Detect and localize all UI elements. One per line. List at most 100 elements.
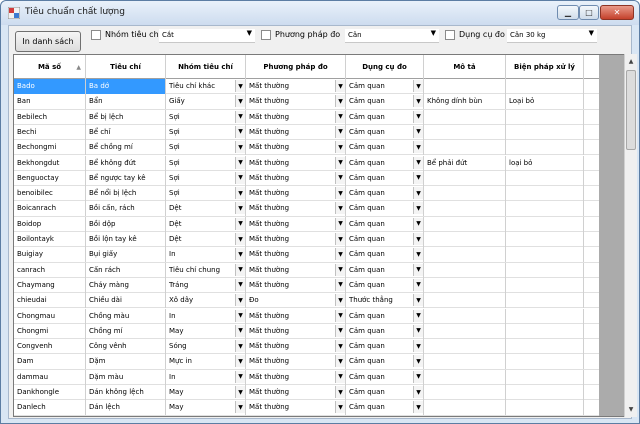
chevron-down-icon[interactable]: ▼ bbox=[335, 217, 345, 230]
cell-phuong-phap-do[interactable]: Mất thường ▼ bbox=[246, 155, 346, 171]
cell-mo-ta[interactable] bbox=[424, 247, 506, 263]
chevron-down-icon[interactable]: ▼ bbox=[235, 80, 245, 92]
cell-mo-ta[interactable] bbox=[424, 354, 506, 370]
table-row[interactable]: Bekhongdut Bể không đứt Sợi ▼ Mất thường ▼ Cảm… bbox=[14, 155, 599, 171]
table-row[interactable]: Dankhongle Dán không lệch May ▼ Mất thường ▼ C… bbox=[14, 385, 599, 401]
cell-phuong-phap-do[interactable]: Mất thường ▼ bbox=[246, 354, 346, 370]
cell-mo-ta[interactable] bbox=[424, 232, 506, 247]
cell-bien-phap[interactable] bbox=[506, 232, 584, 247]
cell-phuong-phap-do[interactable]: Mất thường ▼ bbox=[246, 385, 346, 400]
chevron-down-icon[interactable]: ▼ bbox=[335, 95, 345, 108]
cell-mo-ta[interactable]: Bể phải đứt bbox=[424, 155, 506, 171]
chevron-down-icon[interactable]: ▼ bbox=[413, 278, 423, 291]
chevron-down-icon[interactable]: ▼ bbox=[413, 110, 423, 123]
cell-tieu-chi[interactable]: Chiều dài bbox=[86, 293, 166, 309]
cell-tieu-chi[interactable]: Bể ngược tay kê bbox=[86, 170, 166, 186]
method-filter-combo[interactable]: Cân ▼ bbox=[345, 29, 439, 43]
chevron-down-icon[interactable]: ▼ bbox=[335, 278, 345, 291]
chevron-down-icon[interactable]: ▼ bbox=[335, 233, 345, 245]
cell-phuong-phap-do[interactable]: Mất thường ▼ bbox=[246, 216, 346, 232]
cell-phuong-phap-do[interactable]: Mất thường ▼ bbox=[246, 369, 346, 385]
method-filter-checkbox[interactable] bbox=[261, 30, 271, 40]
cell-nhom-tieu-chi[interactable]: Sợi ▼ bbox=[166, 109, 246, 125]
cell-bien-phap[interactable] bbox=[506, 247, 584, 263]
cell-dung-cu-do[interactable]: Cảm quan ▼ bbox=[346, 323, 424, 339]
chevron-down-icon[interactable]: ▼ bbox=[235, 340, 245, 353]
cell-tieu-chi[interactable]: Chồng màu bbox=[86, 308, 166, 324]
chevron-down-icon[interactable]: ▼ bbox=[235, 309, 245, 322]
minimize-button[interactable]: ▁ bbox=[557, 5, 579, 20]
cell-tieu-chi[interactable]: Bồi lộn tay kê bbox=[86, 232, 166, 247]
chevron-down-icon[interactable]: ▼ bbox=[413, 233, 423, 245]
cell-bien-phap[interactable] bbox=[506, 109, 584, 125]
cell-phuong-phap-do[interactable]: Mất thường ▼ bbox=[246, 277, 346, 293]
cell-bien-phap[interactable] bbox=[506, 201, 584, 217]
cell-nhom-tieu-chi[interactable]: Tiêu chí chung ▼ bbox=[166, 262, 246, 278]
cell-dung-cu-do[interactable]: Cảm quan ▼ bbox=[346, 308, 424, 324]
cell-dung-cu-do[interactable]: Cảm quan ▼ bbox=[346, 124, 424, 140]
cell-mo-ta[interactable] bbox=[424, 216, 506, 232]
cell-dung-cu-do[interactable]: Cảm quan ▼ bbox=[346, 140, 424, 156]
column-header-phuong-phap-do[interactable]: Phương pháp đo bbox=[246, 55, 346, 79]
cell-mo-ta[interactable] bbox=[424, 140, 506, 156]
chevron-down-icon[interactable]: ▼ bbox=[335, 355, 345, 368]
chevron-down-icon[interactable]: ▼ bbox=[413, 401, 423, 414]
cell-dung-cu-do[interactable]: Cảm quan ▼ bbox=[346, 216, 424, 232]
vertical-scrollbar[interactable]: ▲ ▼ bbox=[624, 54, 637, 417]
cell-ma-so[interactable]: Congvenh bbox=[14, 339, 86, 355]
cell-tieu-chi[interactable]: Chồng mí bbox=[86, 323, 166, 339]
cell-ma-so[interactable]: Bado bbox=[14, 79, 86, 94]
cell-dung-cu-do[interactable]: Cảm quan ▼ bbox=[346, 109, 424, 125]
cell-tieu-chi[interactable]: Bồi dộp bbox=[86, 216, 166, 232]
print-list-button[interactable]: In danh sách bbox=[15, 31, 81, 52]
cell-ma-so[interactable]: Buigiay bbox=[14, 247, 86, 263]
chevron-down-icon[interactable]: ▼ bbox=[413, 309, 423, 322]
scroll-thumb[interactable] bbox=[626, 70, 636, 150]
chevron-down-icon[interactable]: ▼ bbox=[413, 355, 423, 368]
cell-tieu-chi[interactable]: Cháy màng bbox=[86, 277, 166, 293]
tool-filter-checkbox[interactable] bbox=[445, 30, 455, 40]
cell-mo-ta[interactable]: Không dính bùn bbox=[424, 94, 506, 110]
cell-nhom-tieu-chi[interactable]: Dệt ▼ bbox=[166, 216, 246, 232]
cell-dung-cu-do[interactable]: Cảm quan ▼ bbox=[346, 369, 424, 385]
column-header-ma-so[interactable]: Mã số ▲ bbox=[14, 55, 86, 79]
close-button[interactable]: ✕ bbox=[600, 5, 634, 20]
chevron-down-icon[interactable]: ▼ bbox=[413, 386, 423, 398]
cell-ma-so[interactable]: chieudai bbox=[14, 293, 86, 309]
cell-phuong-phap-do[interactable]: Mất thường ▼ bbox=[246, 262, 346, 278]
cell-ma-so[interactable]: Bekhongdut bbox=[14, 155, 86, 171]
cell-bien-phap[interactable] bbox=[506, 140, 584, 156]
cell-tieu-chi[interactable]: Dặm bbox=[86, 354, 166, 370]
cell-bien-phap[interactable] bbox=[506, 354, 584, 370]
cell-tieu-chi[interactable]: Công vênh bbox=[86, 339, 166, 355]
cell-tieu-chi[interactable]: Cấn rách bbox=[86, 262, 166, 278]
cell-phuong-phap-do[interactable]: Mất thường ▼ bbox=[246, 232, 346, 247]
cell-phuong-phap-do[interactable]: Mất thường ▼ bbox=[246, 247, 346, 263]
cell-bien-phap[interactable]: loại bỏ bbox=[506, 155, 584, 171]
cell-nhom-tieu-chi[interactable]: May ▼ bbox=[166, 323, 246, 339]
cell-mo-ta[interactable] bbox=[424, 277, 506, 293]
column-header-dung-cu-do[interactable]: Dụng cụ đo bbox=[346, 55, 424, 79]
cell-nhom-tieu-chi[interactable]: Sóng ▼ bbox=[166, 339, 246, 355]
chevron-down-icon[interactable]: ▼ bbox=[335, 324, 345, 337]
cell-mo-ta[interactable] bbox=[424, 186, 506, 202]
chevron-down-icon[interactable]: ▼ bbox=[413, 370, 423, 383]
cell-bien-phap[interactable] bbox=[506, 277, 584, 293]
cell-bien-phap[interactable] bbox=[506, 262, 584, 278]
cell-bien-phap[interactable] bbox=[506, 339, 584, 355]
cell-ma-so[interactable]: Bechi bbox=[14, 124, 86, 140]
table-row[interactable]: Chongmi Chồng mí May ▼ Mất thường ▼ Cảm quan ▼ bbox=[14, 323, 599, 340]
cell-nhom-tieu-chi[interactable]: May ▼ bbox=[166, 385, 246, 400]
cell-tieu-chi[interactable]: Bể chỉ bbox=[86, 124, 166, 140]
cell-dung-cu-do[interactable]: Thước thẳng ▼ bbox=[346, 293, 424, 309]
table-row[interactable]: Chaymang Cháy màng Tráng ▼ Mất thường ▼ Cảm qu… bbox=[14, 277, 599, 294]
chevron-down-icon[interactable]: ▼ bbox=[413, 171, 423, 184]
cell-bien-phap[interactable] bbox=[506, 216, 584, 232]
chevron-down-icon[interactable]: ▼ bbox=[235, 278, 245, 291]
cell-mo-ta[interactable] bbox=[424, 124, 506, 140]
cell-tieu-chi[interactable]: Dán lệch bbox=[86, 400, 166, 416]
cell-ma-so[interactable]: Boicanrach bbox=[14, 201, 86, 217]
cell-tieu-chi[interactable]: Bẩn bbox=[86, 94, 166, 110]
chevron-down-icon[interactable]: ▼ bbox=[335, 309, 345, 322]
table-row[interactable]: dammau Dặm màu In ▼ Mất thường ▼ Cảm quan ▼ bbox=[14, 369, 599, 385]
